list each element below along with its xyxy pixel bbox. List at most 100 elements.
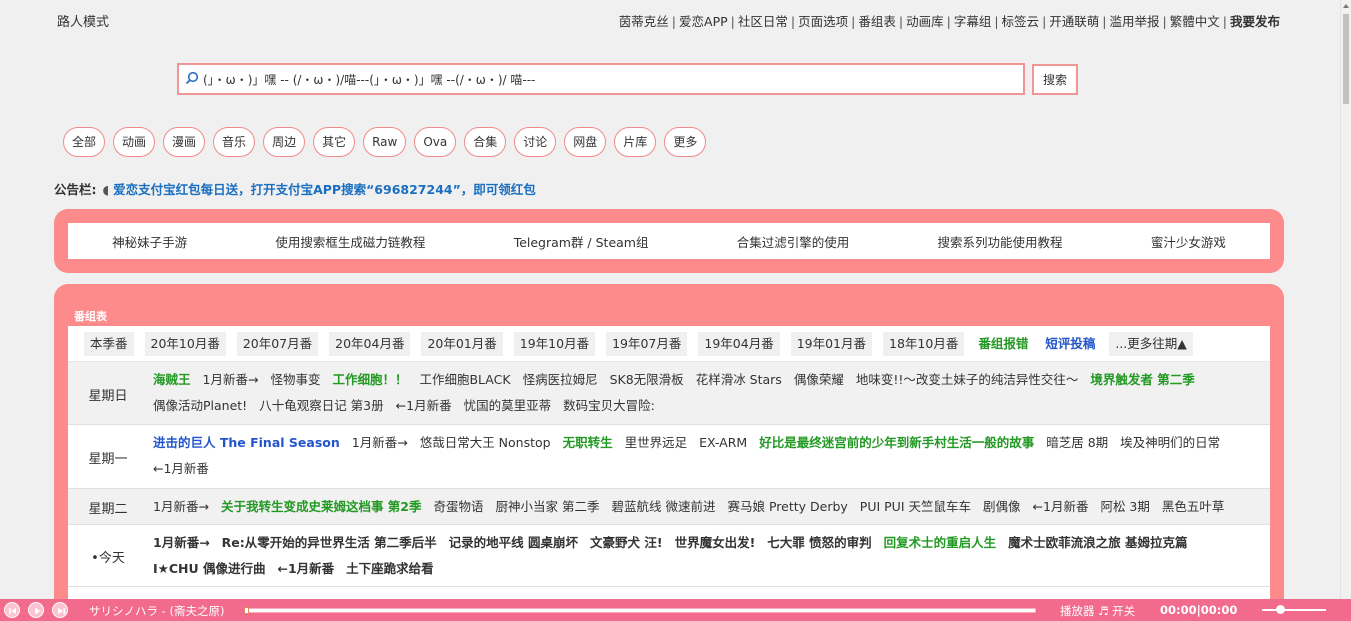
- category-button[interactable]: 音乐: [213, 127, 256, 157]
- page-scrollbar[interactable]: [1340, 0, 1351, 599]
- category-button[interactable]: 漫画: [163, 127, 206, 157]
- quick-link[interactable]: 使用搜索框生成磁力链教程: [275, 232, 425, 251]
- top-nav-link[interactable]: 页面选项: [798, 14, 848, 29]
- anime-link[interactable]: 1月新番→: [153, 530, 210, 556]
- anime-link[interactable]: 土下座跪求给看: [346, 556, 434, 582]
- category-button[interactable]: 合集: [464, 127, 507, 157]
- season-tab[interactable]: 19年10月番: [513, 331, 596, 356]
- category-button[interactable]: 周边: [263, 127, 306, 157]
- top-nav-link[interactable]: 动画库: [906, 14, 944, 29]
- top-nav-link[interactable]: 字幕组: [954, 14, 992, 29]
- search-input[interactable]: [203, 65, 1013, 93]
- season-tab[interactable]: 番组报错: [975, 332, 1031, 356]
- scroll-up-icon[interactable]: [1343, 4, 1349, 8]
- progress-thumb[interactable]: [244, 607, 249, 614]
- anime-link[interactable]: 碧蓝航线 微速前进: [612, 494, 716, 520]
- anime-link[interactable]: 偶像活动Planet!: [153, 393, 247, 419]
- anime-link[interactable]: 怪物事变: [270, 367, 320, 393]
- notice-text[interactable]: 爱恋支付宝红包每日送，打开支付宝APP搜索“696827244”，即可领红包: [113, 182, 536, 197]
- category-button[interactable]: Ova: [414, 127, 457, 157]
- season-tab[interactable]: 19年01月番: [790, 331, 873, 356]
- anime-link[interactable]: 地味变!!～改变土妹子的纯洁异性交往～: [856, 367, 1079, 393]
- anime-link[interactable]: 数码宝贝大冒险:: [563, 393, 655, 419]
- publish-link[interactable]: 我要发布: [1230, 14, 1280, 29]
- anime-link[interactable]: I★CHU 偶像进行曲: [153, 556, 266, 582]
- anime-link[interactable]: ←1月新番: [1033, 494, 1089, 520]
- prev-track-button[interactable]: [4, 602, 20, 618]
- anime-link[interactable]: ←1月新番: [153, 456, 209, 482]
- anime-link[interactable]: 七大罪 愤怒的审判: [767, 530, 871, 556]
- anime-link[interactable]: 境界触发者 第二季: [1090, 367, 1194, 393]
- anime-link[interactable]: 工作细胞BLACK: [419, 367, 510, 393]
- season-tab[interactable]: 20年07月番: [236, 331, 319, 356]
- play-button[interactable]: [28, 602, 44, 618]
- anime-link[interactable]: 工作细胞！！: [332, 367, 407, 393]
- anime-link[interactable]: 魔术士欧菲流浪之旅 基姆拉克篇: [1008, 530, 1187, 556]
- top-nav-link[interactable]: 标签云: [1002, 14, 1040, 29]
- next-track-button[interactable]: [52, 602, 68, 618]
- top-nav-link[interactable]: 滥用举报: [1110, 14, 1160, 29]
- anime-link[interactable]: 暗芝居 8期: [1046, 430, 1108, 456]
- anime-link[interactable]: 回复术士的重启人生: [884, 530, 997, 556]
- anime-link[interactable]: 世界魔女出发!: [675, 530, 756, 556]
- anime-link[interactable]: 记录的地平线 圆桌崩坏: [449, 530, 578, 556]
- season-tab[interactable]: 19年04月番: [698, 331, 780, 356]
- anime-link[interactable]: EX-ARM: [699, 430, 747, 456]
- anime-link[interactable]: 无职转生: [563, 430, 613, 456]
- category-button[interactable]: 更多: [664, 127, 707, 157]
- scroll-thumb[interactable]: [1343, 14, 1349, 104]
- volume-slider[interactable]: [1262, 605, 1326, 614]
- anime-link[interactable]: 阿松 3期: [1100, 494, 1149, 520]
- top-nav-link[interactable]: 开通联萌: [1049, 14, 1099, 29]
- anime-link[interactable]: ←1月新番: [278, 556, 335, 582]
- category-button[interactable]: 动画: [113, 127, 156, 157]
- anime-link[interactable]: Re:从零开始的异世界生活 第二季后半: [222, 530, 437, 556]
- top-nav-link[interactable]: 茵蒂克丝: [619, 14, 669, 29]
- anime-link[interactable]: 埃及神明们的日常: [1120, 430, 1220, 456]
- quick-link[interactable]: 神秘妹子手游: [112, 232, 187, 251]
- quick-link[interactable]: Telegram群 / Steam组: [514, 232, 649, 251]
- category-button[interactable]: 全部: [63, 127, 106, 157]
- anime-link[interactable]: SK8无限滑板: [610, 367, 684, 393]
- category-button[interactable]: Raw: [363, 127, 407, 157]
- quick-link[interactable]: 蜜汁少女游戏: [1151, 232, 1226, 251]
- anime-link[interactable]: 忧国的莫里亚蒂: [464, 393, 552, 419]
- anime-link[interactable]: 厨神小当家 第二季: [496, 494, 600, 520]
- season-tab[interactable]: 本季番: [84, 331, 134, 356]
- player-toggle[interactable]: 播放器 ♬ 开关: [1060, 603, 1135, 619]
- top-nav-link[interactable]: 爱恋APP: [679, 14, 728, 29]
- season-tab[interactable]: 20年10月番: [144, 331, 226, 356]
- anime-link[interactable]: 海贼王: [153, 367, 191, 393]
- category-button[interactable]: 讨论: [514, 127, 557, 157]
- season-tab[interactable]: 20年04月番: [329, 331, 411, 356]
- top-nav-link[interactable]: 繁體中文: [1170, 14, 1220, 29]
- season-tab[interactable]: 19年07月番: [606, 331, 688, 356]
- anime-link[interactable]: 进击的巨人 The Final Season: [153, 430, 340, 456]
- season-tab[interactable]: 20年01月番: [421, 331, 503, 356]
- progress-bar[interactable]: [244, 607, 1036, 614]
- anime-link[interactable]: 悠哉日常大王 Nonstop: [420, 430, 551, 456]
- category-button[interactable]: 片库: [614, 127, 657, 157]
- season-tab[interactable]: 18年10月番: [883, 331, 965, 356]
- anime-link[interactable]: 1月新番→: [203, 367, 259, 393]
- anime-link[interactable]: 文豪野犬 汪!: [590, 530, 663, 556]
- season-tab[interactable]: 短评投稿: [1042, 332, 1098, 356]
- anime-link[interactable]: ←1月新番: [396, 393, 452, 419]
- quick-link[interactable]: 搜索系列功能使用教程: [938, 232, 1063, 251]
- anime-link[interactable]: 黑色五叶草: [1162, 494, 1225, 520]
- anime-link[interactable]: 怪病医拉姆尼: [523, 367, 598, 393]
- anime-link[interactable]: 剧偶像: [983, 494, 1021, 520]
- anime-link[interactable]: 好比是最终迷宫前的少年到新手村生活一般的故事: [759, 430, 1034, 456]
- anime-link[interactable]: 花样滑冰 Stars: [696, 367, 782, 393]
- anime-link[interactable]: 关于我转生变成史莱姆这档事 第2季: [221, 494, 422, 520]
- anime-link[interactable]: 里世界远足: [625, 430, 688, 456]
- anime-link[interactable]: 奇蛋物语: [434, 494, 484, 520]
- category-button[interactable]: 网盘: [564, 127, 607, 157]
- guest-mode-link[interactable]: 路人模式: [57, 11, 109, 30]
- anime-link[interactable]: 偶像荣耀: [794, 367, 844, 393]
- season-tab[interactable]: ...更多往期▲: [1109, 331, 1193, 356]
- anime-link[interactable]: 1月新番→: [352, 430, 408, 456]
- anime-link[interactable]: 赛马娘 Pretty Derby: [727, 494, 847, 520]
- search-button[interactable]: 搜索: [1032, 64, 1078, 95]
- quick-link[interactable]: 合集过滤引擎的使用: [737, 232, 850, 251]
